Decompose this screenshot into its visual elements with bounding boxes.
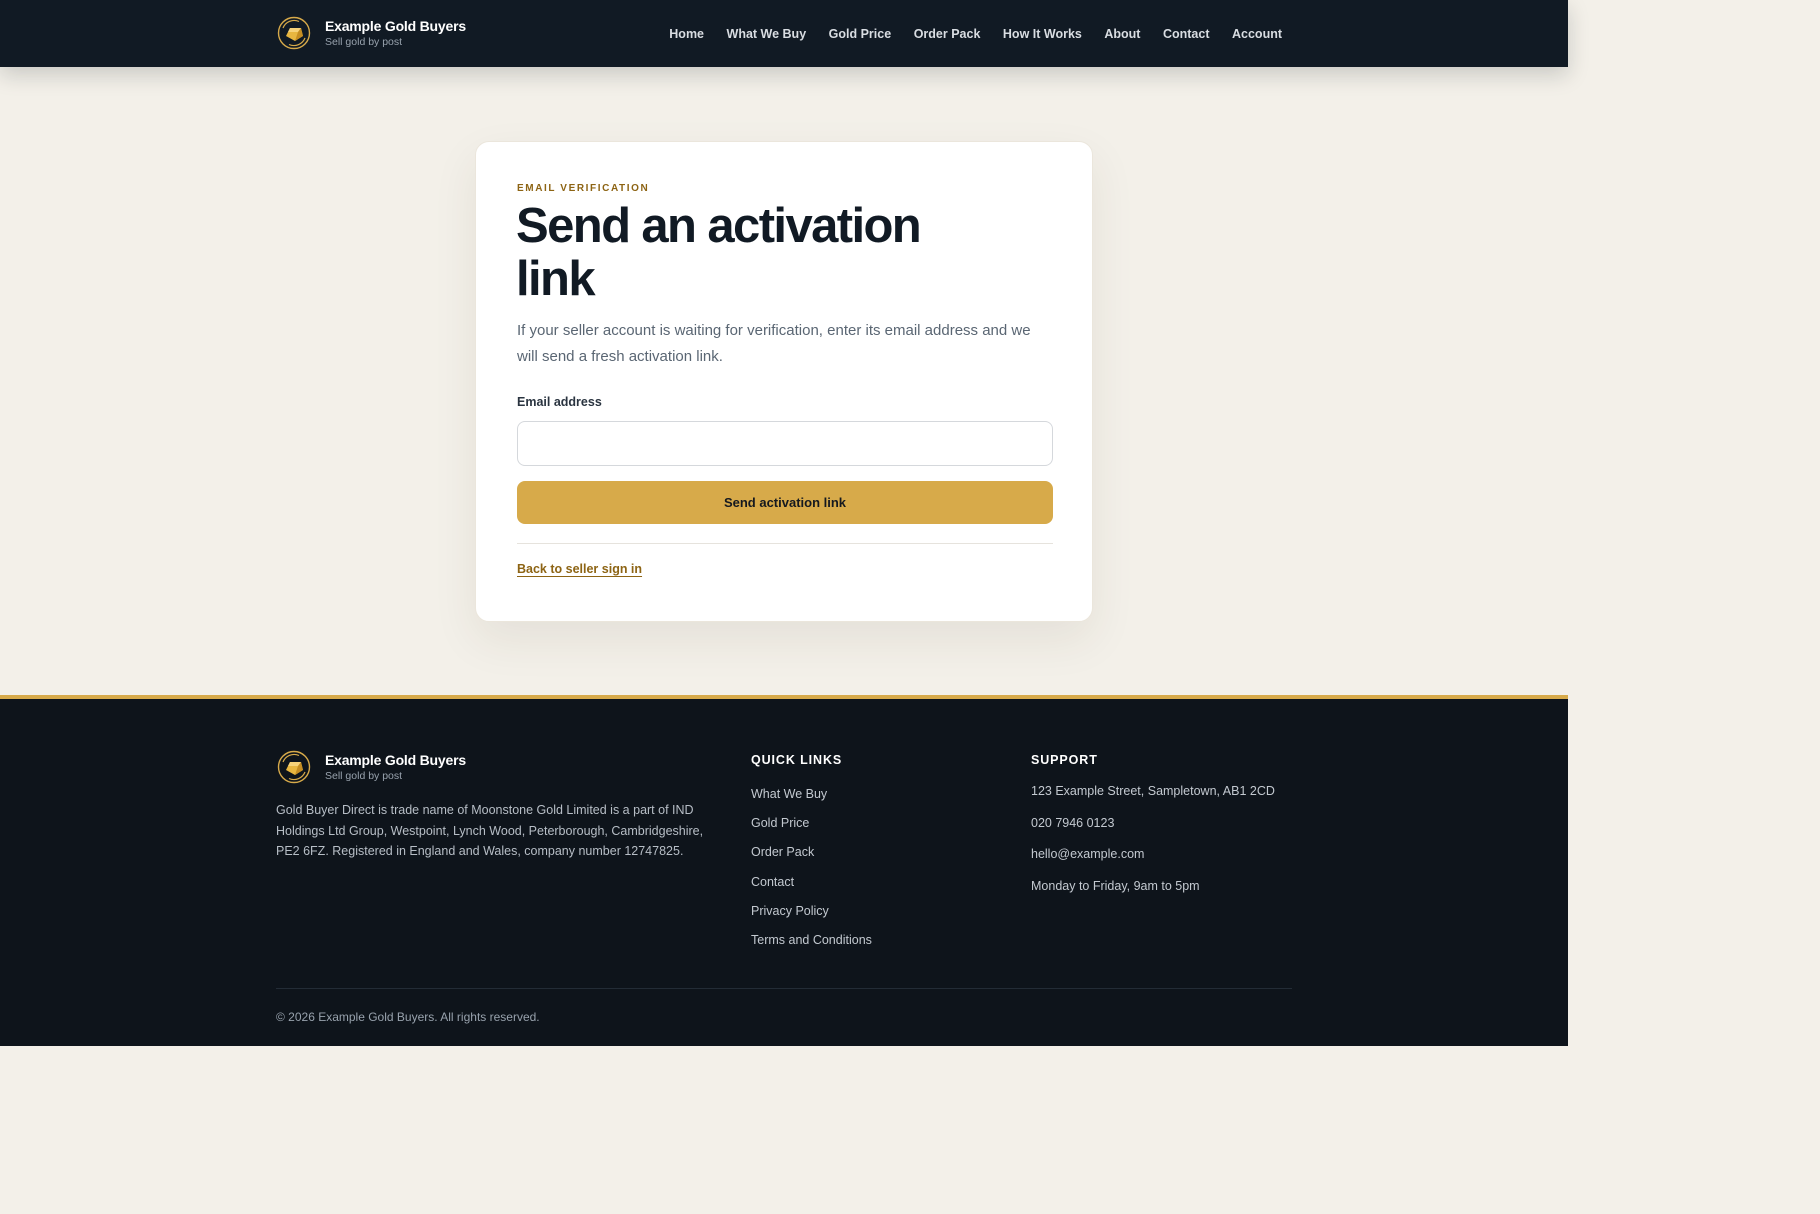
- footer-link-order-pack[interactable]: Order Pack: [751, 845, 814, 859]
- page-title: Send an activation link: [516, 199, 922, 306]
- footer-about-text: Gold Buyer Direct is trade name of Moons…: [276, 803, 704, 859]
- nav-contact[interactable]: Contact: [1163, 27, 1210, 41]
- quick-links-heading: QUICK LINKS: [751, 753, 843, 767]
- nav-account[interactable]: Account: [1232, 27, 1282, 41]
- copyright-text: © 2026 Example Gold Buyers. All rights r…: [276, 1010, 540, 1024]
- footer-link-what-we-buy[interactable]: What We Buy: [751, 787, 827, 801]
- quick-links-list: What We Buy Gold Price Order Pack Contac…: [751, 785, 872, 960]
- brand-tagline: Sell gold by post: [325, 36, 403, 48]
- activation-card: EMAIL VERIFICATION Send an activation li…: [475, 141, 1093, 622]
- support-phone: 020 7946 0123: [1031, 815, 1115, 830]
- list-item: What We Buy: [751, 785, 872, 814]
- support-hours: Monday to Friday, 9am to 5pm: [1031, 878, 1200, 893]
- nav-how-it-works[interactable]: How It Works: [1003, 27, 1082, 41]
- support-list: 123 Example Street, Sampletown, AB1 2CD …: [1031, 784, 1275, 910]
- footer-link-gold-price[interactable]: Gold Price: [751, 816, 809, 830]
- card-eyebrow: EMAIL VERIFICATION: [517, 183, 650, 194]
- list-item: Gold Price: [751, 814, 872, 843]
- nav-about[interactable]: About: [1104, 27, 1140, 41]
- gold-bar-logo-icon: [277, 16, 311, 50]
- footer-brand-name: Example Gold Buyers: [325, 752, 466, 768]
- email-label: Email address: [517, 395, 602, 409]
- footer-link-terms[interactable]: Terms and Conditions: [751, 933, 872, 947]
- list-item: Terms and Conditions: [751, 931, 872, 960]
- nav-order-pack[interactable]: Order Pack: [914, 27, 981, 41]
- main-nav: Home What We Buy Gold Price Order Pack H…: [647, 0, 1282, 67]
- card-divider: [517, 543, 1053, 544]
- footer-brand[interactable]: Example Gold Buyers Sell gold by post: [277, 750, 466, 784]
- send-activation-button[interactable]: Send activation link: [517, 481, 1053, 524]
- footer-link-privacy-policy[interactable]: Privacy Policy: [751, 904, 829, 918]
- nav-what-we-buy[interactable]: What We Buy: [727, 27, 807, 41]
- site-header: Example Gold Buyers Sell gold by post Ho…: [0, 0, 1568, 67]
- brand-text: Example Gold Buyers Sell gold by post: [325, 17, 466, 49]
- nav-home[interactable]: Home: [669, 27, 704, 41]
- gold-bar-logo-icon: [277, 750, 311, 784]
- back-to-sign-in-link[interactable]: Back to seller sign in: [517, 562, 642, 576]
- list-item: Privacy Policy: [751, 902, 872, 931]
- header-brand[interactable]: Example Gold Buyers Sell gold by post: [277, 16, 466, 50]
- list-item: Contact: [751, 873, 872, 902]
- nav-gold-price[interactable]: Gold Price: [829, 27, 892, 41]
- support-address: 123 Example Street, Sampletown, AB1 2CD: [1031, 784, 1275, 798]
- footer-divider: [276, 988, 1292, 989]
- footer-brand-tagline: Sell gold by post: [325, 770, 403, 782]
- list-item: Order Pack: [751, 843, 872, 872]
- support-heading: SUPPORT: [1031, 753, 1098, 767]
- email-field[interactable]: [517, 421, 1053, 466]
- site-footer: Example Gold Buyers Sell gold by post Go…: [0, 695, 1568, 1046]
- brand-text: Example Gold Buyers Sell gold by post: [325, 751, 466, 783]
- brand-name: Example Gold Buyers: [325, 18, 466, 34]
- footer-link-contact[interactable]: Contact: [751, 875, 794, 889]
- support-email: hello@example.com: [1031, 847, 1145, 862]
- card-description: If your seller account is waiting for ve…: [517, 322, 1031, 365]
